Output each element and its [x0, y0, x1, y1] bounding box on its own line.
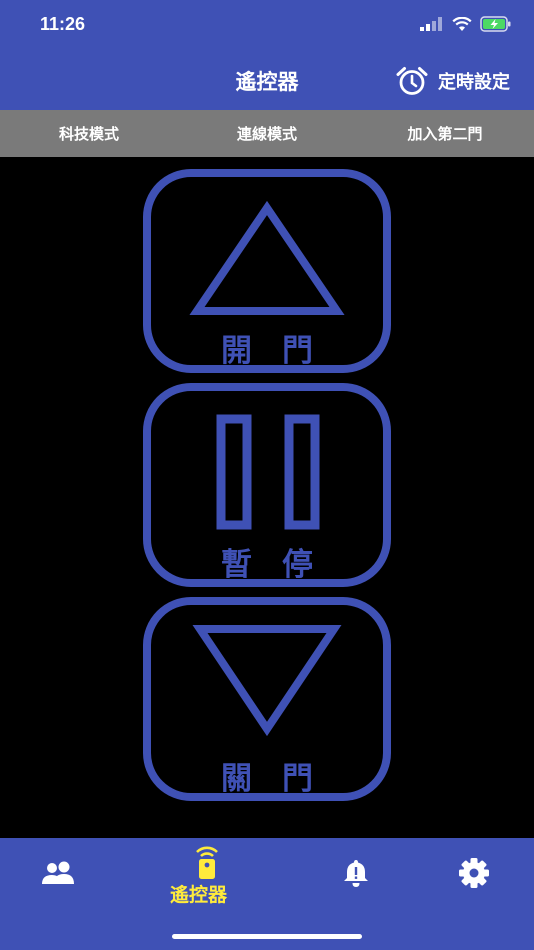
remote-control-icon [196, 846, 218, 879]
alarm-clock-icon [396, 67, 428, 95]
timer-settings-button[interactable]: 定時設定 [396, 66, 510, 96]
close-door-button[interactable]: 關門 [143, 597, 391, 801]
nav-settings[interactable] [458, 857, 490, 893]
gear-icon [459, 858, 489, 888]
pause-button[interactable]: 暫停 [143, 383, 391, 587]
signal-icon [420, 17, 442, 31]
timer-settings-label: 定時設定 [438, 72, 510, 93]
connection-mode-tab[interactable]: 連線模式 [178, 123, 356, 144]
open-door-button[interactable]: 開門 [143, 169, 391, 373]
status-indicators [420, 16, 512, 32]
tech-mode-tab[interactable]: 科技模式 [0, 123, 178, 144]
bell-icon [344, 860, 368, 887]
open-door-label: 開門 [221, 333, 343, 369]
battery-charging-icon [480, 16, 511, 32]
add-second-door-tab[interactable]: 加入第二門 [356, 123, 534, 144]
nav-users[interactable] [40, 860, 78, 890]
home-indicator [172, 934, 362, 939]
users-icon [42, 861, 74, 884]
wifi-icon [452, 16, 472, 31]
nav-remote[interactable] [190, 844, 224, 884]
nav-remote-label[interactable]: 遙控器 [170, 880, 227, 907]
app-header: 11:26 遙控器 定時設定 [0, 0, 534, 110]
pause-label: 暫停 [221, 547, 343, 583]
nav-notifications[interactable] [342, 858, 370, 892]
status-time: 11:26 [40, 14, 86, 34]
close-door-label: 關門 [221, 761, 343, 797]
mode-bar: 科技模式 連線模式 加入第二門 [0, 110, 534, 157]
